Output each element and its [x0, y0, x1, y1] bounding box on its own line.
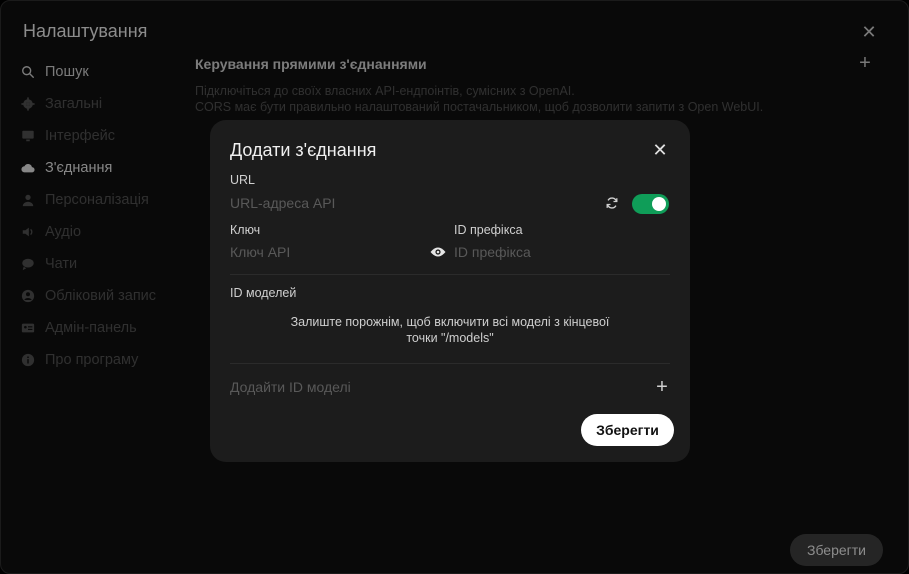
key-label: Ключ	[230, 223, 261, 237]
add-model-id-input[interactable]	[230, 378, 630, 396]
divider	[230, 363, 670, 364]
refresh-icon[interactable]	[605, 196, 619, 210]
save-button[interactable]: Зберегти	[581, 414, 674, 446]
close-icon[interactable]: ✕	[650, 140, 670, 160]
model-ids-hint: Залиште порожнім, щоб включити всі модел…	[250, 314, 650, 346]
api-key-input[interactable]	[230, 243, 420, 261]
prefix-id-input[interactable]	[454, 243, 670, 261]
url-input[interactable]	[230, 194, 590, 212]
toggle-knob	[652, 197, 666, 211]
prefix-id-label: ID префікса	[454, 223, 523, 237]
hint-line: Залиште порожнім, щоб включити всі модел…	[290, 315, 610, 329]
add-model-plus-icon[interactable]: +	[654, 377, 670, 397]
eye-icon[interactable]	[430, 246, 446, 258]
url-label: URL	[230, 173, 256, 187]
model-ids-label: ID моделей	[230, 286, 297, 300]
connection-enabled-toggle[interactable]	[632, 194, 669, 214]
hint-line: точки "/models"	[406, 331, 494, 345]
modal-title: Додати з'єднання	[230, 140, 377, 160]
add-connection-modal: Додати з'єднання ✕ URL Ключ ID префікса …	[210, 120, 690, 462]
divider	[230, 274, 670, 275]
